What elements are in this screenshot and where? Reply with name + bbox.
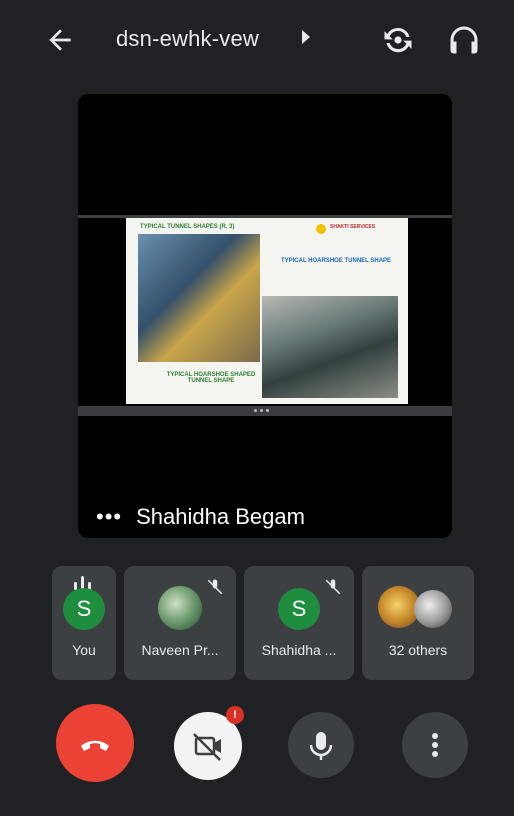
participant-tile-others[interactable]: 32 others: [362, 566, 474, 680]
camera-warning-badge: !: [226, 706, 244, 724]
speaker-name: Shahidha Begam: [136, 504, 305, 529]
presentation-stage[interactable]: TYPICAL TUNNEL SHAPES (R. 3) SHAKTI SERV…: [78, 94, 452, 538]
participant-tile-you[interactable]: S You: [52, 566, 116, 680]
active-speaker: ••• Shahidha Begam: [96, 504, 305, 530]
slide-title: TYPICAL TUNNEL SHAPES (R. 3): [140, 224, 235, 230]
participant-label: You: [72, 642, 96, 658]
phone-hangup-icon: [81, 740, 109, 751]
top-bar: dsn-ewhk-vew: [0, 0, 514, 80]
more-vertical-icon: [432, 733, 438, 757]
slide-logo-icon: [316, 224, 326, 234]
slide-photo-right: [262, 296, 398, 398]
avatar: [158, 586, 202, 630]
camera-switch-icon[interactable]: [380, 22, 416, 58]
avatar: S: [63, 588, 105, 630]
slide-page-dots: [254, 409, 276, 412]
more-options-button[interactable]: [402, 712, 468, 778]
avatar: S: [278, 588, 320, 630]
end-call-button[interactable]: [56, 704, 134, 782]
meeting-code-title[interactable]: dsn-ewhk-vew: [116, 26, 259, 52]
slide-photo-left: [138, 234, 260, 362]
slide-logo-text: SHAKTI SERVICES: [330, 224, 376, 230]
participant-label: Naveen Pr...: [141, 642, 219, 658]
speaker-more-options[interactable]: •••: [96, 504, 122, 530]
microphone-button[interactable]: [288, 712, 354, 778]
participant-tile-shahidha[interactable]: S Shahidha ...: [244, 566, 354, 680]
slide-caption-right: TYPICAL HOARSHOE TUNNEL SHAPE: [280, 258, 392, 264]
slide-caption-left: TYPICAL HOARSHOE SHAPED TUNNEL SHAPE: [166, 372, 256, 384]
presentation-slide: TYPICAL TUNNEL SHAPES (R. 3) SHAKTI SERV…: [126, 218, 408, 404]
participant-label: 32 others: [388, 642, 448, 658]
microphone-icon: [309, 732, 333, 760]
mic-off-icon: [206, 578, 224, 596]
participant-label: Shahidha ...: [261, 642, 337, 658]
headphones-icon[interactable]: [446, 22, 482, 58]
participant-tile-naveen[interactable]: Naveen Pr...: [124, 566, 236, 680]
caret-right-icon[interactable]: [302, 30, 310, 44]
avatar: [414, 590, 452, 628]
back-arrow-icon[interactable]: [44, 24, 76, 56]
mic-off-icon: [324, 578, 342, 596]
